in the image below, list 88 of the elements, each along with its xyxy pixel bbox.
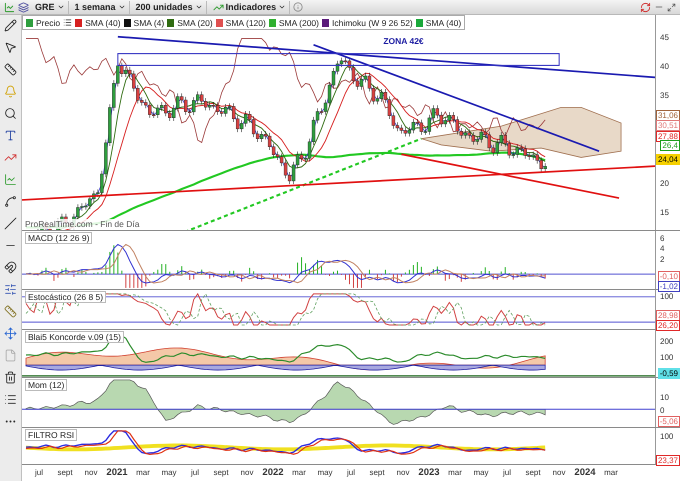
- date-axis-label: 2024: [573, 466, 597, 480]
- date-axis-label: mar: [603, 467, 619, 479]
- legend-label[interactable]: SMA (40): [426, 18, 462, 28]
- axis-tick-label: 4: [660, 244, 664, 253]
- indicator-title[interactable]: MACD (12 26 9): [25, 232, 92, 244]
- search-icon[interactable]: [4, 107, 17, 120]
- price-value-label: -1,02: [658, 280, 680, 292]
- date-axis-label: jul: [502, 467, 512, 479]
- date-axis-label: sept: [368, 467, 386, 479]
- price-value-label: 28,98: [656, 310, 680, 322]
- legend-label[interactable]: SMA (4): [134, 18, 164, 28]
- date-axis-label: 2021: [105, 466, 129, 480]
- date-axis-label: may: [472, 467, 490, 479]
- indicators-dropdown[interactable]: Indicadores: [210, 0, 290, 14]
- date-axis-label: jul: [346, 467, 356, 479]
- date-axis-label: sept: [56, 467, 74, 479]
- date-axis-label: sept: [212, 467, 230, 479]
- axis-tick-label: 0: [660, 406, 664, 416]
- date-axis-label: 2022: [261, 466, 285, 480]
- axis-tick-label: 100: [660, 292, 674, 302]
- info-icon[interactable]: [293, 2, 304, 12]
- indicator-title[interactable]: FILTRO RSI: [25, 429, 78, 442]
- caret-icon: [56, 3, 65, 11]
- list-icon[interactable]: [63, 18, 72, 27]
- pencil-icon[interactable]: [4, 19, 17, 32]
- line-chart-icon[interactable]: [4, 173, 17, 186]
- date-axis-label: nov: [396, 467, 410, 479]
- date-axis-label: may: [160, 467, 178, 479]
- cursor-icon[interactable]: [4, 41, 17, 54]
- axis-tick-label: 45: [660, 33, 669, 42]
- date-axis-label: jul: [190, 467, 200, 479]
- price-value-label: 30,51: [656, 120, 680, 131]
- caret-icon: [278, 3, 286, 11]
- ruler-icon[interactable]: [4, 63, 17, 76]
- date-axis-label: sept: [524, 467, 542, 479]
- axis-tick-label: 2: [660, 254, 664, 264]
- axis-tick-label: 100: [660, 432, 674, 442]
- legend-label[interactable]: Precio: [36, 18, 60, 28]
- layers-icon[interactable]: [18, 2, 29, 12]
- period-dropdown[interactable]: 1 semana: [72, 0, 130, 14]
- indicator-title[interactable]: Blai5 Koncorde v.09 (15): [25, 331, 124, 344]
- date-axis-label: nov: [240, 467, 254, 479]
- price-value-label: -0,59: [658, 368, 680, 380]
- date-axis-label: mar: [447, 467, 463, 479]
- caret-icon: [118, 3, 126, 11]
- units-dropdown[interactable]: 200 unidades: [132, 0, 207, 14]
- price-value-label: 31,06: [656, 110, 680, 121]
- price-value-label: 24,04: [656, 154, 680, 165]
- indicator-title[interactable]: Estocástico (26 8 5): [25, 291, 106, 304]
- price-value-label: -5,06: [658, 416, 680, 428]
- axis-tick-label: 200: [660, 337, 674, 346]
- axis-tick-label: 15: [660, 208, 669, 217]
- slash-icon[interactable]: [4, 217, 17, 230]
- date-axis-label: mar: [135, 467, 151, 479]
- sliders-icon[interactable]: [4, 283, 17, 296]
- axis-tick-label: 40: [660, 62, 669, 71]
- legend-label[interactable]: Ichimoku (W 9 26 52): [332, 18, 413, 28]
- caret-icon: [194, 3, 203, 11]
- legend-label[interactable]: SMA (200): [278, 18, 319, 28]
- maximize-icon[interactable]: [667, 2, 676, 12]
- legend-label[interactable]: SMA (20): [177, 18, 213, 28]
- date-axis-label: nov: [552, 467, 566, 479]
- move-icon[interactable]: [4, 327, 17, 340]
- text-icon[interactable]: [4, 129, 17, 142]
- zone-label: ZONA 42€: [382, 36, 425, 46]
- axis-tick-label: 35: [660, 91, 669, 100]
- date-axis-label: nov: [84, 467, 98, 479]
- indicator-title[interactable]: Mom (12): [25, 379, 68, 392]
- price-value-label: 26,4: [660, 140, 680, 151]
- axis-tick-label: 6: [660, 234, 664, 243]
- date-axis-label: mar: [291, 467, 307, 479]
- spline-icon[interactable]: [4, 195, 17, 208]
- price-value-label: 26,20: [656, 320, 680, 332]
- date-axis-label: may: [316, 467, 334, 479]
- date-axis-label: 2023: [417, 466, 441, 480]
- price-value-label: 23,37: [656, 455, 680, 466]
- legend-label[interactable]: SMA (40): [85, 18, 121, 28]
- magnet-icon[interactable]: [4, 261, 17, 274]
- instrument-dropdown[interactable]: GRE: [32, 0, 69, 14]
- axis-tick-label: 20: [660, 179, 669, 188]
- axis-tick-label: 100: [660, 353, 674, 362]
- axis-tick-label: 10: [660, 393, 669, 402]
- date-axis-label: jul: [34, 467, 44, 479]
- trash-icon[interactable]: [4, 371, 17, 384]
- refresh-icon[interactable]: [640, 2, 651, 12]
- legend-label[interactable]: SMA (120): [226, 18, 266, 28]
- price-value-label: -0,10: [658, 270, 680, 282]
- source-label: ProRealTime.com - Fin de Día: [24, 218, 140, 229]
